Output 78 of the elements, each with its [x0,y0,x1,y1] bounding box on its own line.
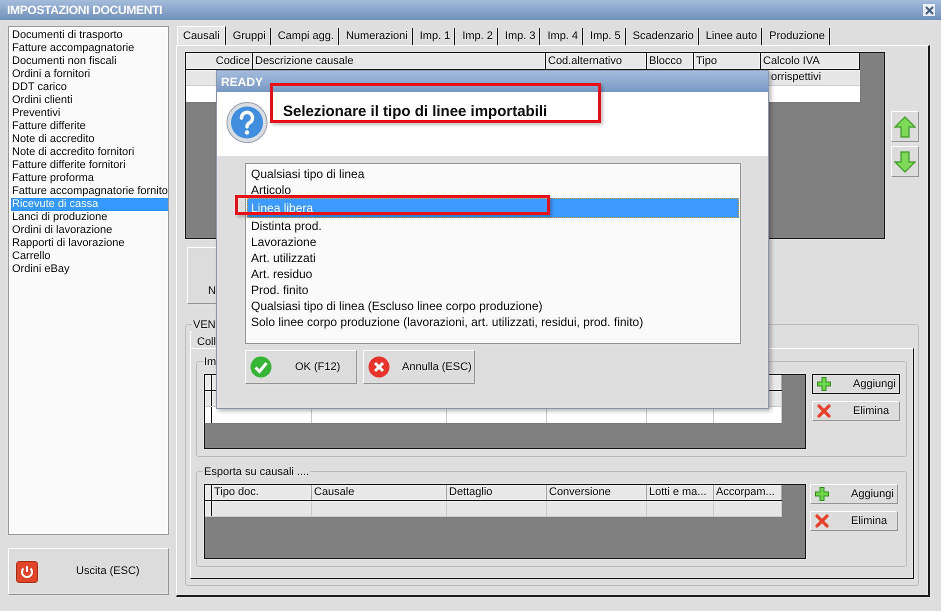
document-type-item[interactable]: Fatture differite [11,120,168,133]
column-header: Calcolo IVA [761,53,860,69]
tab[interactable]: Linee auto [702,28,762,45]
checkmark-icon [250,356,272,378]
document-type-item[interactable]: Fatture accompagnatorie [11,42,168,55]
tab[interactable]: Imp. 1 [416,28,456,45]
column-header: Tipo [694,53,761,69]
column-header: Codice [186,53,253,69]
column-header: Descrizione causale [253,53,546,69]
document-type-item[interactable]: Note di accredito [11,133,168,146]
column-header: Accorpam... [714,485,782,500]
tab[interactable]: Scadenzario [628,28,699,45]
add-button[interactable]: Aggiungi [812,374,900,394]
up-arrow-icon [894,116,916,138]
delete-icon [815,514,829,528]
tab[interactable]: Imp. 2 [458,28,498,45]
dialog-title: READY [221,74,264,90]
cancel-button[interactable]: Annulla (ESC) [363,350,475,384]
document-type-item[interactable]: Ordini clienti [11,94,168,107]
ok-button[interactable]: OK (F12) [245,350,357,384]
line-type-option[interactable]: Qualsiasi tipo di linea (Escluso linee corpo produzione) [247,298,739,314]
plus-icon [815,487,829,501]
tab[interactable]: Imp. 3 [500,28,540,45]
column-header: Tipo doc. [212,485,312,500]
column-header: Dettaglio [447,485,547,500]
document-type-item[interactable]: Rapporti di lavorazione [11,237,168,250]
cancel-icon [368,356,390,378]
document-type-item[interactable]: Lanci di produzione [11,211,168,224]
document-type-item[interactable]: Ordini eBay [11,263,168,276]
document-type-item[interactable]: Ordini a fornitori [11,68,168,81]
document-type-item[interactable]: Fatture differite fornitori [11,159,168,172]
line-type-option[interactable]: Articolo [247,182,739,198]
document-type-item[interactable]: Documenti non fiscali [11,55,168,68]
tab[interactable]: Numerazioni [342,28,413,45]
delete-button[interactable]: Elimina [810,511,898,531]
table-cell-text: orrispettivi [770,70,822,85]
document-type-item[interactable]: Ordini di lavorazione [11,224,168,237]
line-type-option[interactable]: Solo linee corpo produzione (lavorazioni, art. utilizzati, residui, prod. finito) [247,314,739,330]
window-title: IMPOSTAZIONI DOCUMENTI [7,2,162,19]
line-type-option[interactable]: Art. utilizzati [247,250,739,266]
document-type-item[interactable]: Carrello [11,250,168,263]
document-type-item[interactable]: Documenti di trasporto [11,29,168,42]
document-type-item[interactable]: Fatture proforma [11,172,168,185]
move-up-button[interactable] [891,111,919,142]
line-type-option[interactable]: Qualsiasi tipo di linea [247,166,739,182]
column-header: Cod.alternativo [546,53,647,69]
column-header: Causale [312,485,447,500]
tab[interactable]: Imp. 5 [586,28,626,45]
power-icon [16,560,38,582]
column-header: Lotti e ma... [647,485,714,500]
tab[interactable]: Gruppi [228,28,271,45]
document-type-item[interactable]: DDT carico [11,81,168,94]
line-type-option[interactable]: Prod. finito [247,282,739,298]
delete-icon [817,404,831,418]
line-type-option[interactable]: Distinta prod. [247,218,739,234]
line-type-option[interactable]: Art. residuo [247,266,739,282]
plus-icon [817,377,831,391]
group-legend: Esporta su causali .... [203,464,310,480]
group-legend: VEN [192,317,217,334]
exit-button[interactable]: Uscita (ESC) [8,548,169,595]
tab[interactable]: Causali [177,26,226,45]
close-button[interactable] [923,4,935,16]
down-arrow-icon [894,150,916,172]
document-type-item[interactable]: Fatture accompagnatorie fornito [11,185,168,198]
dialog-heading: Selezionare il tipo di linee importabili [283,102,548,122]
move-down-button[interactable] [891,146,919,177]
tab[interactable]: Campi agg. [274,28,339,45]
tab[interactable]: Imp. 4 [543,28,584,45]
delete-button[interactable]: Elimina [812,401,900,421]
line-type-option[interactable]: Lavorazione [247,234,739,250]
question-icon [226,101,268,144]
add-button[interactable]: Aggiungi [810,484,898,504]
tab[interactable]: Produzione [765,28,830,45]
close-icon [924,6,934,14]
column-header: Conversione [547,485,647,500]
document-type-item[interactable]: Note di accredito fornitori [11,146,168,159]
column-header: Blocco [647,53,694,69]
document-type-item[interactable]: Preventivi [11,107,168,120]
